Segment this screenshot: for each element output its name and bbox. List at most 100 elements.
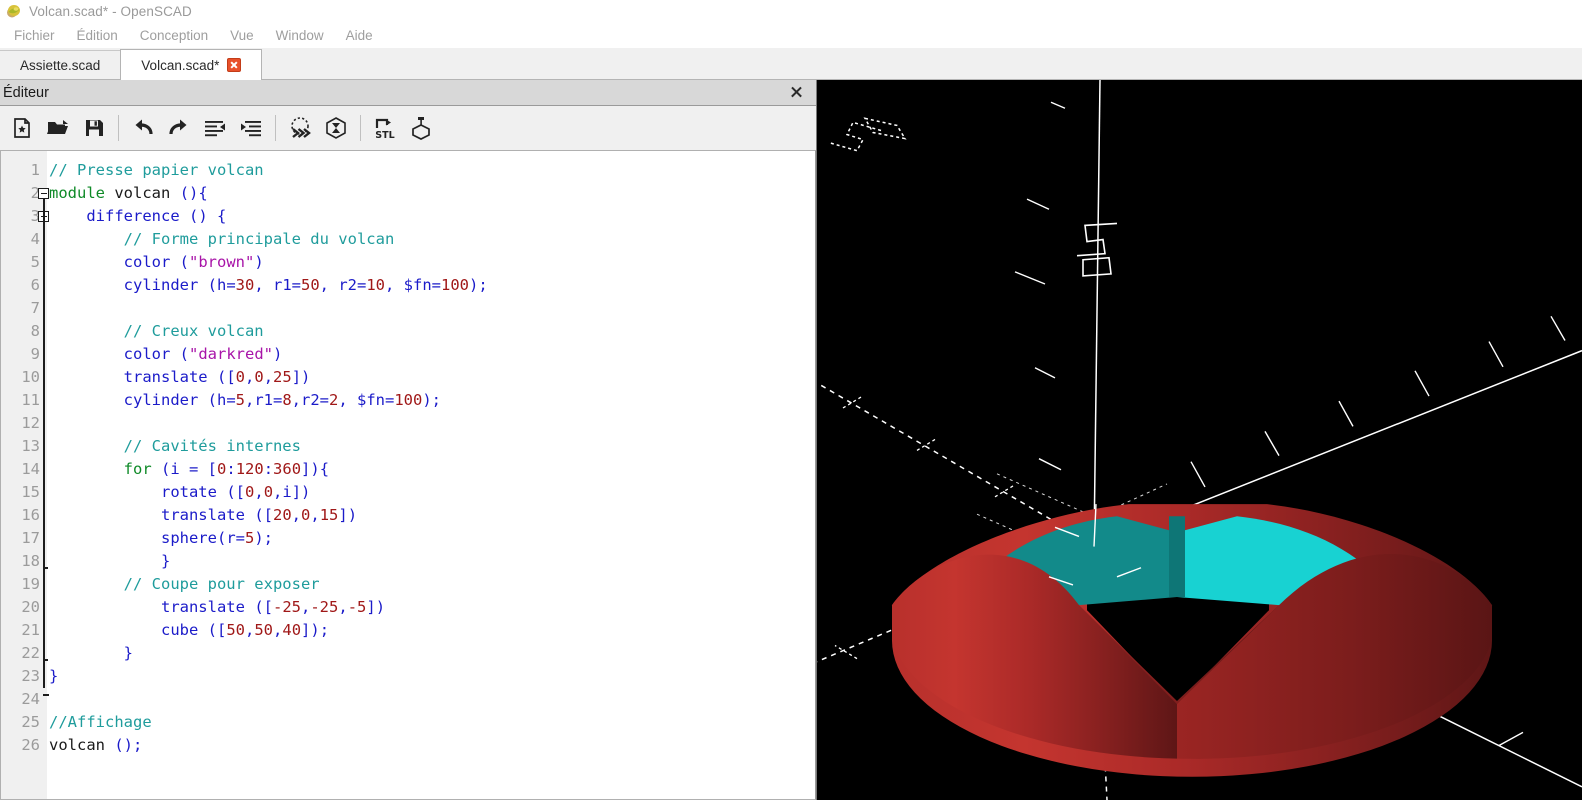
code-token: 40 [282, 621, 302, 639]
code-area[interactable]: 1 2 3 4 5 6 7 8 9 10 11 12 13 14 15 16 17 18 19 20 21 22 23 24 2… [1, 151, 815, 799]
code-token: (r= [216, 529, 245, 547]
code-line[interactable]: color ("brown") [49, 251, 815, 274]
code-token: volcan [49, 736, 105, 754]
code-token: 50 [226, 621, 245, 639]
code-line[interactable]: } [49, 550, 815, 573]
export-stl-button[interactable]: STL [367, 110, 403, 146]
menu-conception[interactable]: Conception [129, 25, 219, 46]
tab-close-icon[interactable] [227, 58, 242, 72]
code-text[interactable]: // Presse papier volcan module volcan (){… [47, 151, 815, 799]
code-line[interactable]: // Coupe pour exposer [49, 573, 815, 596]
send-to-print-button[interactable] [403, 110, 439, 146]
code-token: -25 [310, 598, 339, 616]
code-line[interactable]: cylinder (h=5,r1=8,r2=2, $fn=100); [49, 389, 815, 412]
code-token: color [123, 253, 171, 271]
code-token: -5 [347, 598, 367, 616]
code-token: sphere [160, 529, 217, 547]
code-line[interactable]: } [49, 642, 815, 665]
fold-guide-end [43, 694, 50, 696]
code-token: ,r2= [291, 391, 329, 409]
new-file-button[interactable] [4, 110, 40, 146]
code-line[interactable]: translate ([0,0,25]) [49, 366, 815, 389]
editor-dock-title: Éditeur [3, 84, 49, 101]
code-editor[interactable]: 1 2 3 4 5 6 7 8 9 10 11 12 13 14 15 16 17 18 19 20 21 22 23 24 2… [0, 150, 816, 800]
code-line[interactable]: rotate ([0,0,i]) [49, 481, 815, 504]
menu-window[interactable]: Window [265, 25, 335, 46]
menu-aide[interactable]: Aide [335, 25, 384, 46]
code-token: : [263, 460, 274, 478]
code-line[interactable]: // Forme principale du volcan [49, 228, 815, 251]
code-line[interactable]: color ("darkred") [49, 343, 815, 366]
close-icon[interactable] [789, 85, 804, 100]
code-line[interactable]: //Affichage [49, 711, 815, 734]
code-token: (i = [ [161, 460, 217, 478]
code-fold-column[interactable] [37, 159, 57, 799]
code-token: 0 [301, 506, 311, 524]
render-button[interactable] [318, 110, 354, 146]
code-line[interactable] [49, 412, 815, 435]
code-token: , [254, 483, 264, 501]
menu-fichier[interactable]: Fichier [3, 25, 66, 46]
indent-button[interactable] [233, 110, 269, 146]
code-line[interactable]: // Cavités internes [49, 435, 815, 458]
menu-edition[interactable]: Édition [66, 25, 129, 46]
code-token: , [338, 598, 348, 616]
unindent-button[interactable] [197, 110, 233, 146]
code-token: 50 [301, 276, 320, 294]
code-token: // Forme principale du volcan [123, 230, 395, 248]
code-token: "brown" [189, 253, 255, 271]
main-split: Éditeur STL 1 2 3 4 5 6 7 8 9 10 11 12 1… [0, 80, 1582, 800]
code-line[interactable]: // Presse papier volcan [49, 159, 815, 182]
code-line[interactable]: sphere(r=5); [49, 527, 815, 550]
undo-button[interactable] [125, 110, 161, 146]
code-fold-toggle[interactable] [38, 188, 49, 199]
code-token: ]){ [301, 460, 330, 478]
preview-button[interactable] [282, 110, 318, 146]
code-token: (); [114, 736, 143, 754]
fold-guide-line [43, 199, 45, 688]
code-line[interactable]: volcan (); [49, 734, 815, 757]
fold-guide-tick [43, 659, 49, 661]
code-line[interactable]: cylinder (h=30, r1=50, r2=10, $fn=100); [49, 274, 815, 297]
code-token: 50 [254, 621, 274, 639]
code-token: 0 [235, 368, 246, 386]
save-disk-icon [86, 120, 103, 136]
code-line[interactable]: cube ([50,50,40]); [49, 619, 815, 642]
code-line[interactable]: } [49, 665, 815, 688]
code-line[interactable] [49, 297, 815, 320]
code-line[interactable]: translate ([20,0,15]) [49, 504, 815, 527]
title-bar: Volcan.scad* - OpenSCAD [0, 0, 1582, 22]
code-line[interactable]: translate ([-25,-25,-5]) [49, 596, 815, 619]
open-file-button[interactable] [40, 110, 76, 146]
redo-button[interactable] [161, 110, 197, 146]
tab-volcan-scad[interactable]: Volcan.scad* [120, 49, 263, 80]
code-token: difference [86, 207, 180, 225]
code-token: ([ [254, 598, 273, 616]
code-line[interactable]: module volcan (){ [49, 182, 815, 205]
menu-vue[interactable]: Vue [219, 25, 265, 46]
3d-preview-viewport[interactable] [816, 80, 1582, 800]
fold-guide-tick [43, 567, 49, 569]
code-token: -25 [273, 598, 301, 616]
code-line[interactable]: for (i = [0:120:360]){ [49, 458, 815, 481]
code-line[interactable]: difference () { [49, 205, 815, 228]
code-token: ]) [291, 368, 311, 386]
tab-assiette-scad[interactable]: Assiette.scad [0, 50, 122, 79]
code-token: translate [160, 506, 245, 524]
toolbar-separator [360, 115, 361, 141]
save-file-button[interactable] [76, 110, 112, 146]
code-token: , [263, 368, 274, 386]
editor-toolbar: STL [0, 106, 816, 150]
code-line[interactable]: // Creux volcan [49, 320, 815, 343]
code-line[interactable] [49, 688, 815, 711]
code-token: 20 [273, 506, 292, 524]
code-token: ( [179, 345, 190, 363]
render-cube-icon [326, 117, 346, 139]
